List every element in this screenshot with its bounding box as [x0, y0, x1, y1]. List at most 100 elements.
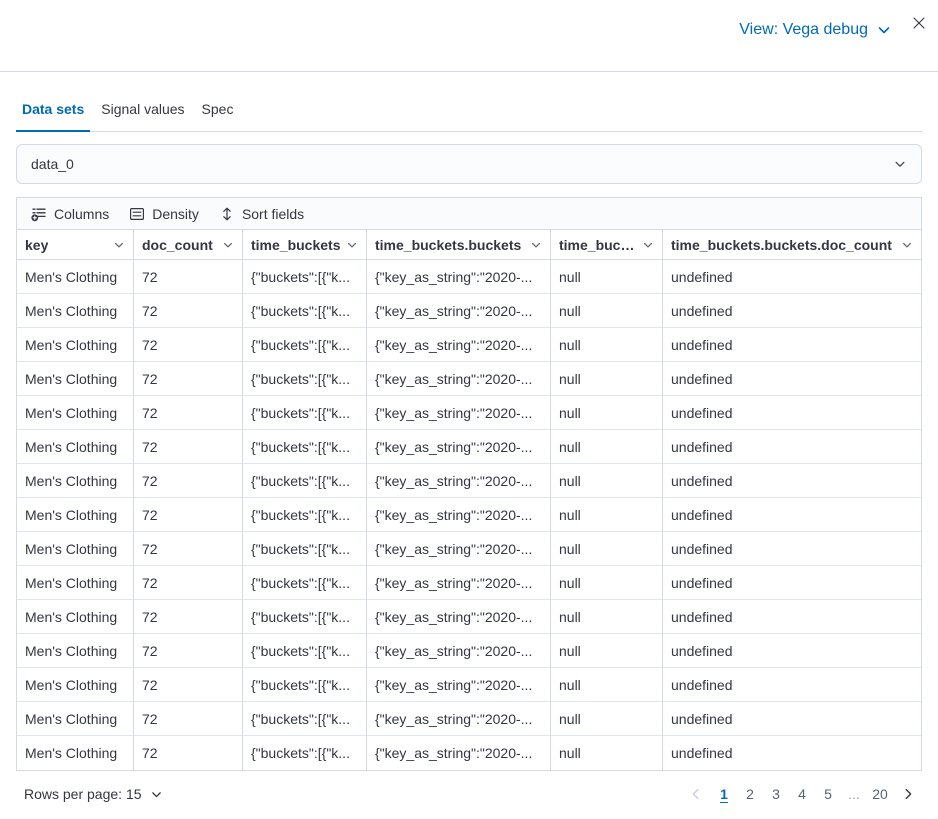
cell-time-buckets-buckets[interactable]: {"key_as_string":"2020-... [367, 736, 551, 770]
cell-time-buckets-buckets-doc-count[interactable]: undefined [663, 362, 921, 396]
cell-time-buckets[interactable]: {"buckets":[{"k... [243, 328, 367, 362]
cell-key[interactable]: Men's Clothing [17, 260, 134, 294]
cell-time-buckets-buckets[interactable]: {"key_as_string":"2020-... [367, 634, 551, 668]
column-header-time-buckets[interactable]: time_buckets [243, 230, 367, 260]
cell-time-buckets[interactable]: {"buckets":[{"k... [243, 532, 367, 566]
cell-doc-count[interactable]: 72 [134, 702, 243, 736]
cell-time-buckets[interactable]: {"buckets":[{"k... [243, 396, 367, 430]
page-button-3[interactable]: 3 [764, 782, 788, 806]
cell-time-buck[interactable]: null [551, 430, 663, 464]
cell-doc-count[interactable]: 72 [134, 328, 243, 362]
rows-per-page-button[interactable]: Rows per page: 15 [16, 786, 171, 802]
chevron-down-icon[interactable] [530, 239, 542, 251]
cell-time-buck[interactable]: null [551, 260, 663, 294]
cell-time-buckets-buckets[interactable]: {"key_as_string":"2020-... [367, 702, 551, 736]
dataset-select[interactable]: data_0 [16, 144, 922, 184]
cell-time-buckets[interactable]: {"buckets":[{"k... [243, 294, 367, 328]
cell-doc-count[interactable]: 72 [134, 396, 243, 430]
cell-key[interactable]: Men's Clothing [17, 702, 134, 736]
cell-time-buckets-buckets-doc-count[interactable]: undefined [663, 328, 921, 362]
cell-time-buck[interactable]: null [551, 736, 663, 770]
cell-doc-count[interactable]: 72 [134, 430, 243, 464]
cell-doc-count[interactable]: 72 [134, 294, 243, 328]
page-button-1[interactable]: 1 [712, 782, 736, 806]
cell-time-buckets[interactable]: {"buckets":[{"k... [243, 362, 367, 396]
density-button[interactable]: Density [119, 198, 209, 229]
tab-signal-values[interactable]: Signal values [95, 99, 190, 132]
cell-key[interactable]: Men's Clothing [17, 600, 134, 634]
cell-doc-count[interactable]: 72 [134, 668, 243, 702]
cell-doc-count[interactable]: 72 [134, 260, 243, 294]
chevron-down-icon[interactable] [113, 239, 125, 251]
cell-time-buckets[interactable]: {"buckets":[{"k... [243, 430, 367, 464]
sort-fields-button[interactable]: Sort fields [209, 198, 314, 229]
cell-key[interactable]: Men's Clothing [17, 634, 134, 668]
tab-spec[interactable]: Spec [196, 99, 240, 132]
cell-doc-count[interactable]: 72 [134, 634, 243, 668]
cell-doc-count[interactable]: 72 [134, 532, 243, 566]
cell-time-buckets-buckets-doc-count[interactable]: undefined [663, 260, 921, 294]
cell-key[interactable]: Men's Clothing [17, 566, 134, 600]
column-header-time-buckets-buckets[interactable]: time_buckets.buckets [367, 230, 551, 260]
cell-time-buck[interactable]: null [551, 328, 663, 362]
chevron-down-icon[interactable] [901, 239, 913, 251]
cell-key[interactable]: Men's Clothing [17, 736, 134, 770]
cell-time-buckets-buckets-doc-count[interactable]: undefined [663, 668, 921, 702]
cell-time-buck[interactable]: null [551, 702, 663, 736]
previous-page-icon[interactable] [682, 782, 710, 806]
cell-key[interactable]: Men's Clothing [17, 430, 134, 464]
cell-time-buckets-buckets[interactable]: {"key_as_string":"2020-... [367, 328, 551, 362]
column-header-time-buck[interactable]: time_buck... [551, 230, 663, 260]
cell-time-buckets-buckets-doc-count[interactable]: undefined [663, 566, 921, 600]
cell-key[interactable]: Men's Clothing [17, 464, 134, 498]
cell-time-buckets-buckets[interactable]: {"key_as_string":"2020-... [367, 532, 551, 566]
chevron-down-icon[interactable] [642, 239, 654, 251]
cell-time-buckets-buckets-doc-count[interactable]: undefined [663, 498, 921, 532]
cell-time-buckets-buckets-doc-count[interactable]: undefined [663, 532, 921, 566]
cell-time-buckets-buckets[interactable]: {"key_as_string":"2020-... [367, 362, 551, 396]
cell-time-buck[interactable]: null [551, 668, 663, 702]
cell-time-buckets-buckets[interactable]: {"key_as_string":"2020-... [367, 464, 551, 498]
cell-time-buck[interactable]: null [551, 396, 663, 430]
cell-key[interactable]: Men's Clothing [17, 328, 134, 362]
cell-time-buckets-buckets-doc-count[interactable]: undefined [663, 736, 921, 770]
cell-time-buck[interactable]: null [551, 634, 663, 668]
cell-key[interactable]: Men's Clothing [17, 362, 134, 396]
cell-time-buckets[interactable]: {"buckets":[{"k... [243, 736, 367, 770]
cell-key[interactable]: Men's Clothing [17, 532, 134, 566]
cell-doc-count[interactable]: 72 [134, 600, 243, 634]
chevron-down-icon[interactable] [222, 239, 234, 251]
cell-time-buckets[interactable]: {"buckets":[{"k... [243, 668, 367, 702]
cell-time-buckets-buckets-doc-count[interactable]: undefined [663, 702, 921, 736]
cell-time-buck[interactable]: null [551, 498, 663, 532]
cell-time-buckets-buckets-doc-count[interactable]: undefined [663, 294, 921, 328]
cell-time-buck[interactable]: null [551, 566, 663, 600]
cell-doc-count[interactable]: 72 [134, 736, 243, 770]
cell-time-buckets-buckets[interactable]: {"key_as_string":"2020-... [367, 396, 551, 430]
cell-time-buckets-buckets-doc-count[interactable]: undefined [663, 634, 921, 668]
cell-time-buckets[interactable]: {"buckets":[{"k... [243, 600, 367, 634]
cell-time-buck[interactable]: null [551, 362, 663, 396]
cell-time-buckets-buckets[interactable]: {"key_as_string":"2020-... [367, 668, 551, 702]
cell-time-buckets-buckets-doc-count[interactable]: undefined [663, 430, 921, 464]
cell-time-buckets-buckets[interactable]: {"key_as_string":"2020-... [367, 600, 551, 634]
cell-key[interactable]: Men's Clothing [17, 294, 134, 328]
close-icon[interactable] [908, 12, 930, 34]
cell-time-buckets-buckets-doc-count[interactable]: undefined [663, 464, 921, 498]
columns-button[interactable]: Columns [21, 198, 119, 229]
cell-time-buckets[interactable]: {"buckets":[{"k... [243, 464, 367, 498]
cell-time-buckets-buckets[interactable]: {"key_as_string":"2020-... [367, 498, 551, 532]
cell-time-buckets-buckets[interactable]: {"key_as_string":"2020-... [367, 430, 551, 464]
view-selector-button[interactable]: View: Vega debug [739, 21, 892, 39]
next-page-icon[interactable] [894, 782, 922, 806]
cell-time-buck[interactable]: null [551, 532, 663, 566]
cell-time-buckets[interactable]: {"buckets":[{"k... [243, 566, 367, 600]
chevron-down-icon[interactable] [346, 239, 358, 251]
page-button-4[interactable]: 4 [790, 782, 814, 806]
cell-time-buckets[interactable]: {"buckets":[{"k... [243, 702, 367, 736]
cell-time-buck[interactable]: null [551, 600, 663, 634]
page-button-2[interactable]: 2 [738, 782, 762, 806]
cell-time-buckets[interactable]: {"buckets":[{"k... [243, 634, 367, 668]
cell-time-buck[interactable]: null [551, 464, 663, 498]
cell-time-buckets-buckets[interactable]: {"key_as_string":"2020-... [367, 260, 551, 294]
